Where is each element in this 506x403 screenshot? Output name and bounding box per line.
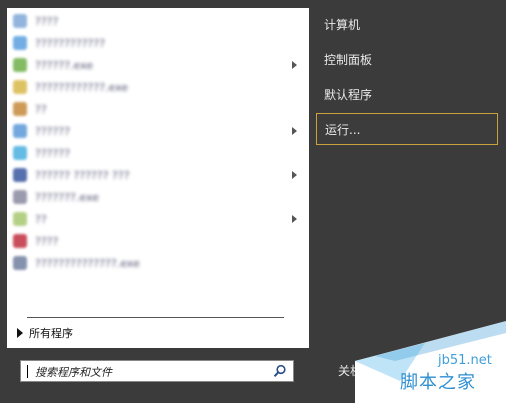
program-label: ??: [35, 102, 47, 116]
program-item[interactable]: ????: [7, 230, 309, 252]
program-label: ????????????.exe: [35, 80, 129, 94]
program-label: ??????: [35, 124, 71, 138]
default-programs-label: 默认程序: [324, 87, 373, 102]
app-icon: [13, 80, 27, 94]
app-icon: [13, 212, 27, 226]
program-item[interactable]: ????????????: [7, 32, 309, 54]
app-icon: [13, 234, 27, 248]
search-input[interactable]: [33, 363, 277, 381]
program-label: ????????????: [35, 36, 106, 50]
program-label: ????: [35, 14, 59, 28]
program-item[interactable]: ??: [7, 208, 309, 230]
run-item[interactable]: 运行...: [316, 113, 498, 145]
app-icon: [13, 14, 27, 28]
program-label: ????: [35, 234, 59, 248]
program-label: ?????? ?????? ???: [35, 168, 130, 182]
submenu-arrow-icon[interactable]: [292, 127, 297, 135]
program-item[interactable]: ????????????.exe: [7, 76, 309, 98]
program-item[interactable]: ?????? ?????? ???: [7, 164, 309, 186]
app-icon: [13, 124, 27, 138]
app-icon: [13, 190, 27, 204]
app-icon: [13, 102, 27, 116]
submenu-arrow-icon[interactable]: [292, 61, 297, 69]
app-icon: [13, 168, 27, 182]
search-box[interactable]: [20, 360, 294, 382]
watermark-domain: jb51.net: [438, 353, 492, 368]
program-item[interactable]: ??????: [7, 120, 309, 142]
text-cursor: [27, 365, 28, 378]
app-icon: [13, 36, 27, 50]
program-item[interactable]: ??????.exe: [7, 54, 309, 76]
run-label: 运行...: [325, 122, 361, 137]
program-item[interactable]: ????: [7, 10, 309, 32]
program-label: ??????????????.exe: [35, 256, 140, 270]
computer-label: 计算机: [324, 17, 361, 32]
control-panel-label: 控制面板: [324, 52, 373, 67]
app-icon: [13, 256, 27, 270]
app-icon: [13, 146, 27, 160]
all-programs-button[interactable]: 所有程序: [17, 325, 73, 341]
control-panel-item[interactable]: 控制面板: [316, 43, 498, 75]
default-programs-item[interactable]: 默认程序: [316, 78, 498, 110]
submenu-arrow-icon[interactable]: [292, 215, 297, 223]
program-item[interactable]: ??: [7, 98, 309, 120]
start-menu: ???????????????? ??????.exe ????????????.e…: [0, 0, 506, 403]
divider: [27, 317, 284, 318]
search-icon[interactable]: [273, 364, 287, 378]
triangle-right-icon: [17, 328, 23, 338]
program-item[interactable]: ???????.exe: [7, 186, 309, 208]
program-label: ???????.exe: [35, 190, 99, 204]
recent-programs-list: ???????????????? ??????.exe ????????????.e…: [7, 10, 309, 274]
program-label: ??????: [35, 146, 71, 160]
app-icon: [13, 58, 27, 72]
program-item[interactable]: ??????????????.exe: [7, 252, 309, 274]
program-label: ??????.exe: [35, 58, 94, 72]
submenu-arrow-icon[interactable]: [292, 171, 297, 179]
watermark-name: 脚本之家: [400, 372, 476, 393]
all-programs-label: 所有程序: [29, 327, 73, 340]
computer-item[interactable]: 计算机: [316, 8, 498, 40]
program-item[interactable]: ??????: [7, 142, 309, 164]
program-label: ??: [35, 212, 47, 226]
programs-panel: ???????????????? ??????.exe ????????????.e…: [7, 8, 309, 348]
